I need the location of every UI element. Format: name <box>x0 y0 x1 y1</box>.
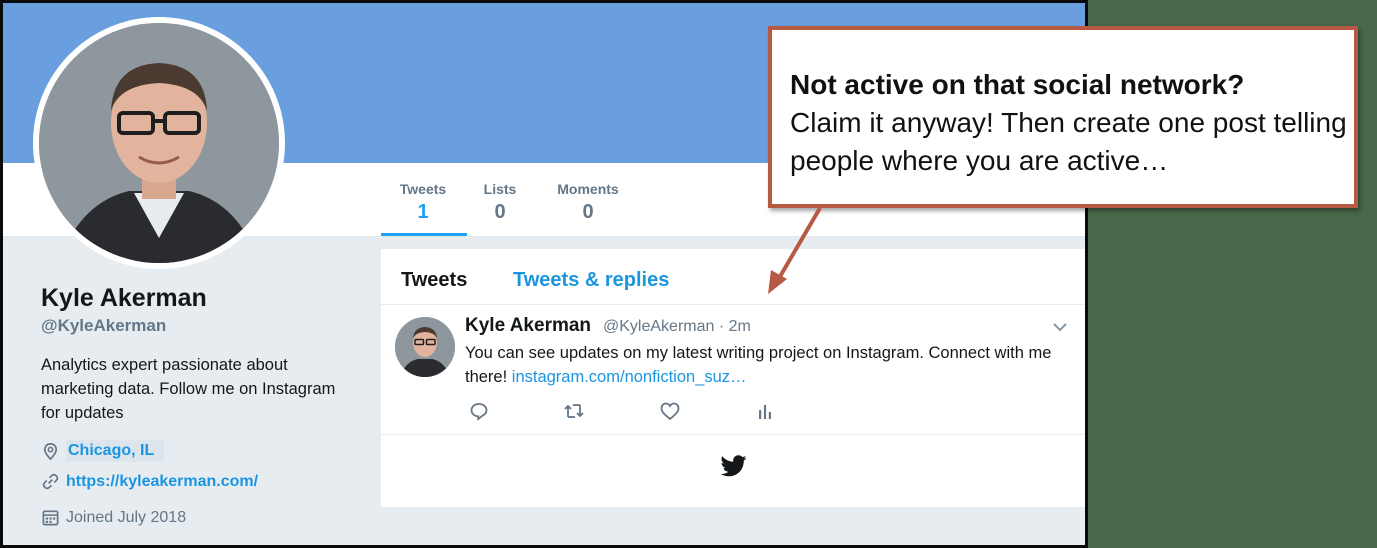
profile-joined: Joined July 2018 <box>41 508 186 527</box>
profile-website: https://kyleakerman.com/ <box>41 472 258 491</box>
stat-moments-count: 0 <box>582 201 594 223</box>
profile-avatar[interactable] <box>33 17 285 269</box>
joined-date: Joined July 2018 <box>66 508 187 526</box>
link-icon <box>42 473 59 490</box>
tab-tweets[interactable]: Tweets <box>401 269 467 292</box>
tweet-handle-time: @KyleAkerman · 2m <box>603 318 751 335</box>
stat-lists-label: Lists <box>483 181 517 197</box>
callout-text: Not active on that social network? Claim… <box>790 66 1350 180</box>
twitter-bird-icon <box>721 455 747 477</box>
chevron-down-icon[interactable] <box>1052 321 1068 333</box>
stat-tweets[interactable]: Tweets 1 <box>393 181 453 224</box>
tab-tweets-and-replies[interactable]: Tweets & replies <box>513 269 669 292</box>
callout-body: Claim it anyway! Then create one post te… <box>790 107 1347 176</box>
tweet-author-name[interactable]: Kyle Akerman <box>465 315 591 337</box>
stat-lists[interactable]: Lists 0 <box>477 181 523 224</box>
tabs-divider <box>381 304 1085 305</box>
profile-name: Kyle Akerman <box>41 284 207 312</box>
annotation-callout: Not active on that social network? Claim… <box>768 26 1358 208</box>
profile-photo <box>39 23 279 263</box>
stat-moments[interactable]: Moments 0 <box>549 181 627 224</box>
analytics-icon[interactable] <box>755 401 775 421</box>
profile-handle: @KyleAkerman <box>41 316 167 335</box>
website-link[interactable]: https://kyleakerman.com/ <box>66 473 258 491</box>
stat-tweets-count: 1 <box>417 201 429 223</box>
tweet-text: You can see updates on my latest writing… <box>465 341 1077 389</box>
reply-icon[interactable] <box>469 401 489 421</box>
timeline-panel: Tweets Tweets & replies Kyle Akerman @Ky… <box>381 249 1085 507</box>
tweet-divider <box>381 434 1085 435</box>
stat-moments-label: Moments <box>557 181 619 197</box>
tweet-link[interactable]: instagram.com/nonfiction_suz… <box>512 368 747 386</box>
location-link[interactable]: Chicago, IL <box>66 440 165 462</box>
retweet-icon[interactable] <box>563 401 585 421</box>
like-icon[interactable] <box>659 401 681 421</box>
location-pin-icon <box>43 442 58 460</box>
calendar-icon <box>42 510 59 526</box>
profile-location: Chicago, IL <box>41 440 165 462</box>
tweet-author-avatar[interactable] <box>395 317 455 377</box>
profile-bio: Analytics expert passionate about market… <box>41 356 336 422</box>
active-stat-underline <box>381 233 467 236</box>
callout-heading: Not active on that social network? <box>790 69 1245 100</box>
stat-lists-count: 0 <box>494 201 506 223</box>
tweet-author-photo <box>395 317 455 377</box>
stat-tweets-label: Tweets <box>399 181 447 197</box>
